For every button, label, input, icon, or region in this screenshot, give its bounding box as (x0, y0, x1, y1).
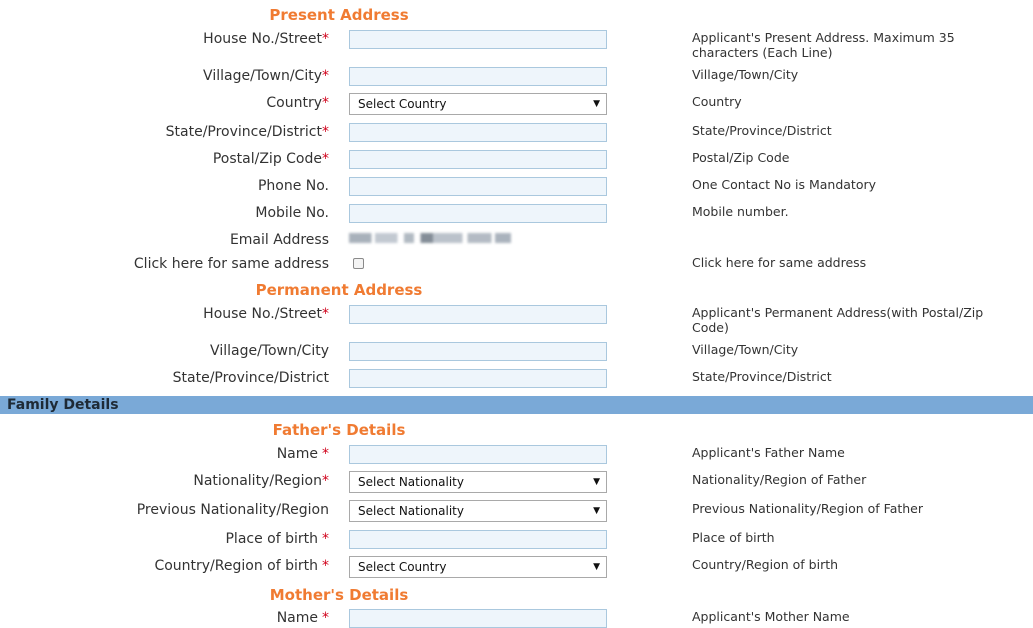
permanent-state-input[interactable] (349, 369, 607, 388)
present-state-label: State/Province/District* (165, 124, 329, 140)
present-house-input[interactable] (349, 30, 607, 49)
permanent-house-help: Applicant's Permanent Address(with Posta… (692, 305, 984, 335)
present-house-label: House No./Street* (203, 31, 329, 47)
chevron-down-icon: ▼ (593, 99, 600, 109)
present-village-label: Village/Town/City* (203, 68, 329, 84)
present-postal-label: Postal/Zip Code* (212, 151, 329, 167)
permanent-state-help: State/Province/District (692, 369, 832, 384)
father-name-label: Name * (276, 446, 329, 462)
father-name-input[interactable] (349, 445, 607, 464)
chevron-down-icon: ▼ (593, 506, 600, 516)
required-mark: * (322, 31, 329, 47)
father-prev-nationality-value: Select Nationality (358, 504, 464, 518)
father-birthcountry-help: Country/Region of birth (692, 557, 839, 572)
permanent-village-input[interactable] (349, 342, 607, 361)
father-prev-nationality-help: Previous Nationality/Region of Father (692, 501, 924, 516)
father-birthcountry-select[interactable]: Select Country ▼ (349, 556, 607, 578)
present-phone-label: Phone No. (257, 178, 329, 194)
father-nationality-label: Nationality/Region* (193, 473, 329, 489)
family-details-bar: Family Details (0, 396, 1033, 414)
present-postal-input[interactable] (349, 150, 607, 169)
chevron-down-icon: ▼ (593, 477, 600, 487)
present-mobile-label: Mobile No. (255, 205, 329, 221)
father-birthcountry-label: Country/Region of birth * (154, 558, 329, 574)
required-mark: * (322, 531, 329, 547)
present-village-input[interactable] (349, 67, 607, 86)
present-phone-help: One Contact No is Mandatory (692, 177, 877, 192)
permanent-house-label: House No./Street* (203, 306, 329, 322)
same-address-help: Click here for same address (692, 255, 867, 270)
required-mark: * (322, 95, 329, 111)
present-village-help: Village/Town/City (692, 67, 799, 82)
present-email-label: Email Address (229, 232, 329, 248)
required-mark: * (322, 558, 329, 574)
required-mark: * (322, 68, 329, 84)
email-value-redacted (349, 233, 511, 243)
mother-name-input[interactable] (349, 609, 607, 628)
permanent-house-input[interactable] (349, 305, 607, 324)
present-country-label: Country* (266, 95, 329, 111)
present-address-title: Present Address (269, 6, 409, 24)
required-mark: * (322, 473, 329, 489)
mother-details-title: Mother's Details (269, 586, 409, 604)
required-mark: * (322, 446, 329, 462)
present-phone-input[interactable] (349, 177, 607, 196)
present-state-help: State/Province/District (692, 123, 832, 138)
present-state-input[interactable] (349, 123, 607, 142)
present-country-select[interactable]: Select Country ▼ (349, 93, 607, 115)
present-postal-help: Postal/Zip Code (692, 150, 790, 165)
required-mark: * (322, 124, 329, 140)
father-nationality-select[interactable]: Select Nationality ▼ (349, 471, 607, 493)
family-details-title: Family Details (7, 397, 119, 413)
father-name-help: Applicant's Father Name (692, 445, 845, 460)
father-birthplace-input[interactable] (349, 530, 607, 549)
father-birthplace-label: Place of birth * (225, 531, 329, 547)
chevron-down-icon: ▼ (593, 562, 600, 572)
father-birthcountry-value: Select Country (358, 560, 447, 574)
required-mark: * (322, 151, 329, 167)
present-house-help: Applicant's Present Address. Maximum 35 … (692, 30, 955, 60)
present-mobile-input[interactable] (349, 204, 607, 223)
mother-name-help: Applicant's Mother Name (692, 609, 850, 624)
present-mobile-help: Mobile number. (692, 204, 789, 219)
present-country-help: Country (692, 94, 742, 109)
father-nationality-value: Select Nationality (358, 475, 464, 489)
same-address-checkbox[interactable] (353, 258, 364, 269)
present-country-value: Select Country (358, 97, 447, 111)
father-nationality-help: Nationality/Region of Father (692, 472, 867, 487)
father-prev-nationality-select[interactable]: Select Nationality ▼ (349, 500, 607, 522)
permanent-village-label: Village/Town/City (210, 343, 329, 359)
father-details-title: Father's Details (272, 421, 406, 439)
same-address-label: Click here for same address (133, 256, 329, 272)
permanent-address-title: Permanent Address (255, 281, 423, 299)
permanent-village-help: Village/Town/City (692, 342, 799, 357)
father-birthplace-help: Place of birth (692, 530, 775, 545)
father-prev-nationality-label: Previous Nationality/Region (136, 502, 329, 518)
required-mark: * (322, 306, 329, 322)
permanent-state-label: State/Province/District (172, 370, 329, 386)
